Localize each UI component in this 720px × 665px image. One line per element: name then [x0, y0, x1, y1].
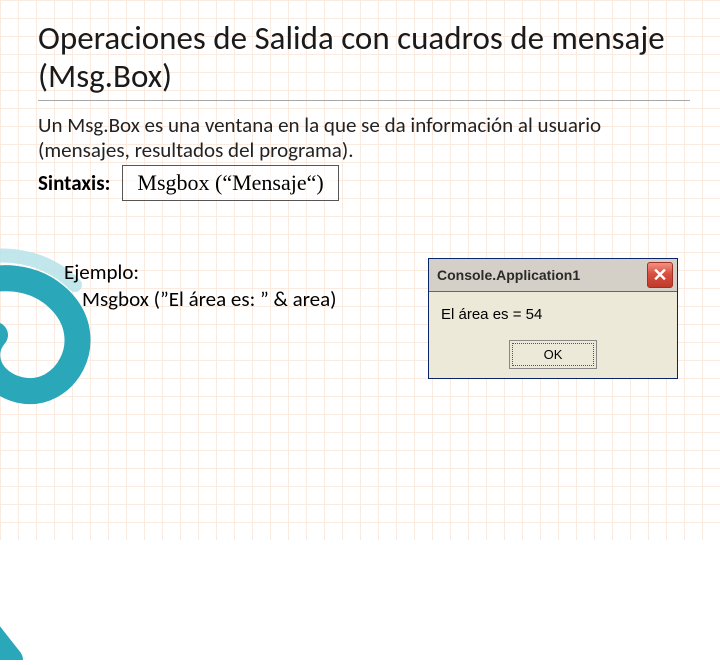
message-box-titlebar[interactable]: Console.Application1 ✕ — [429, 259, 677, 292]
example-code: Msgbox (”El área es: ” & area) — [82, 286, 394, 312]
message-box-text: El área es = 54 — [441, 306, 665, 323]
sintaxis-label: Sintaxis: — [38, 170, 110, 196]
intro-text: Un Msg.Box es una ventana en la que se d… — [38, 113, 690, 163]
message-box-title: Console.Application1 — [437, 267, 647, 283]
slide-title: Operaciones de Salida con cuadros de men… — [38, 20, 690, 101]
example-label: Ejemplo: — [64, 259, 394, 285]
close-button[interactable]: ✕ — [647, 262, 673, 288]
ok-button[interactable]: OK — [512, 343, 594, 366]
close-icon: ✕ — [652, 265, 667, 286]
syntax-code-box: Msgbox (“Mensaje“) — [122, 165, 338, 201]
message-box-window: Console.Application1 ✕ El área es = 54 O… — [428, 258, 678, 379]
